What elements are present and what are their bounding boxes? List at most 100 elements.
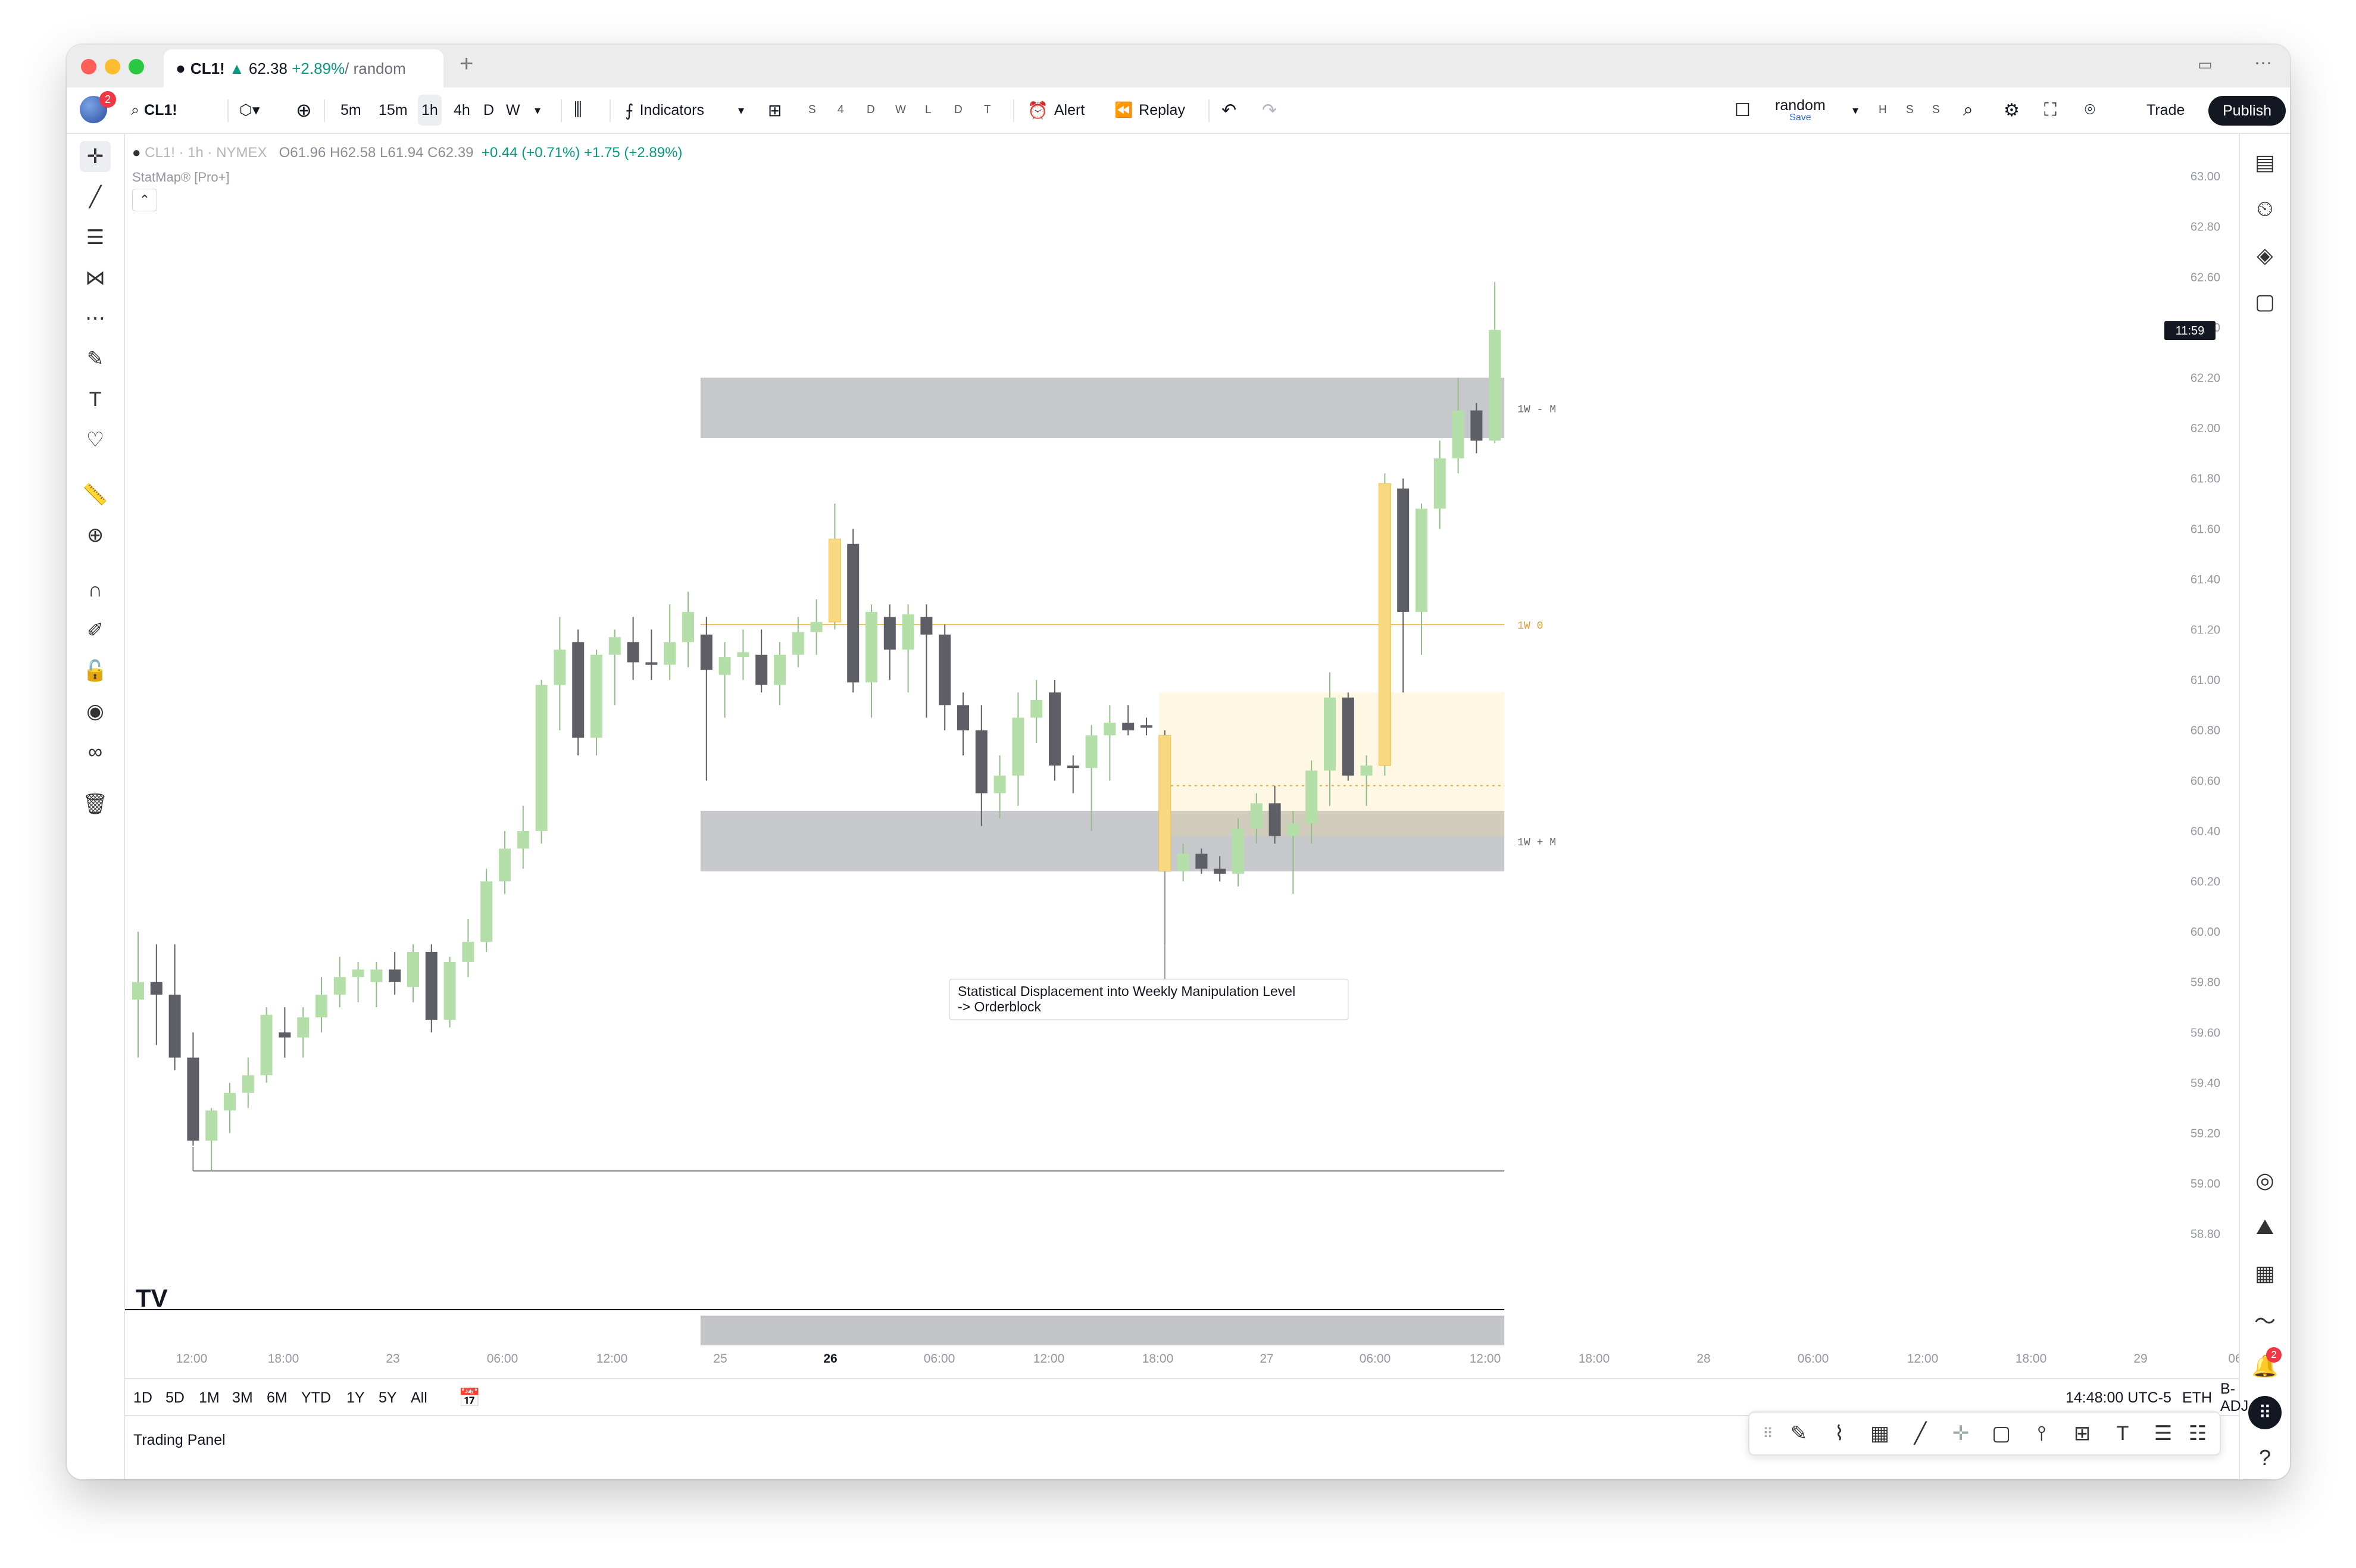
heart-icon[interactable]: ♡ [80,424,111,455]
goto-date-icon[interactable]: 📅 [458,1379,480,1416]
indicators-button[interactable]: ⨍ Indicators [625,88,704,133]
path-icon[interactable]: ⌇ [1824,1419,1854,1448]
text-box-icon[interactable]: T [2108,1419,2138,1448]
lock-pencil-icon[interactable]: ✐ [80,615,111,646]
quick-search-icon[interactable]: ⌕ [1963,88,1973,133]
range-5y[interactable]: 5Y [379,1379,397,1416]
range-3m[interactable]: 3M [232,1379,253,1416]
zoom-in-icon[interactable]: ⊕ [80,520,111,551]
chat-icon[interactable]: ▢ [2248,285,2282,318]
hss-s[interactable]: S [1906,88,1914,133]
fib-icon[interactable]: ☰ [2148,1419,2178,1448]
compare-icon[interactable]: ⬡▾ [239,88,260,133]
quick-interval[interactable]: D [954,88,963,133]
quick-interval[interactable]: S [808,88,816,133]
interval-d[interactable]: D [483,88,494,133]
quick-interval[interactable]: T [984,88,991,133]
eth-toggle[interactable]: ETH [2182,1379,2212,1416]
apps-grid-icon[interactable]: ⠿ [2248,1396,2282,1429]
redo-icon[interactable]: ↷ [1262,88,1277,133]
quick-interval[interactable]: L [925,88,932,133]
trend-line-icon[interactable]: ╱ [80,182,111,213]
price-chart[interactable]: 1W - M 1W + M 1W 0 Statistical Displacement… [125,134,2240,1378]
quick-interval[interactable]: 4 [838,88,844,133]
range-6m[interactable]: 6M [267,1379,288,1416]
range-1m[interactable]: 1M [199,1379,220,1416]
calendar-icon[interactable]: ▦ [2248,1257,2282,1290]
interval-15m[interactable]: 15m [379,88,408,133]
publish-button[interactable]: Publish [2208,96,2286,126]
signal-icon[interactable]: 〜 [2248,1303,2282,1336]
chart-area[interactable]: 1W - M 1W + M 1W 0 Statistical Displacement… [125,134,2240,1378]
interval-w[interactable]: W [506,88,520,133]
interval-5m[interactable]: 5m [340,88,361,133]
hss-s[interactable]: S [1932,88,1940,133]
link-icon[interactable]: ∞ [80,736,111,767]
templates-icon[interactable]: ⊞ [768,88,782,133]
chevron-up-icon[interactable]: ⌃ [132,189,157,211]
vertical-line-icon[interactable]: ⫯ [2027,1419,2057,1448]
layout-checkbox-icon[interactable]: ☐ [1735,88,1751,133]
layers-icon[interactable]: ◈ [2248,239,2282,272]
browser-tab[interactable]: ● CL1! ▲ 62.38 +2.89% / random [164,49,443,88]
alerts-clock-icon[interactable]: ⏲ [2248,192,2282,226]
replay-button[interactable]: ⏪ Replay [1114,88,1185,133]
chevron-down-icon[interactable]: ▾ [738,88,744,133]
trade-button[interactable]: Trade [2146,88,2185,133]
range-5d[interactable]: 5D [165,1379,185,1416]
range-1d[interactable]: 1D [133,1379,152,1416]
ruler-icon[interactable]: 📏 [80,479,111,510]
range-ytd[interactable]: YTD [301,1379,331,1416]
brush-icon[interactable]: ✎ [80,343,111,374]
range-all[interactable]: All [411,1379,427,1416]
new-tab-icon[interactable]: + [460,51,473,77]
screen-share-icon[interactable]: ▭ [2198,55,2213,74]
chevron-down-icon[interactable]: ▾ [535,88,540,133]
add-symbol-icon[interactable]: ⊕ [296,88,312,133]
prediction-icon[interactable]: ⋯ [80,303,111,334]
target-icon[interactable]: ◎ [2248,1164,2282,1197]
x-tick-label: 29 [2133,1352,2147,1366]
symbol-search[interactable]: ⌕ CL1! [131,88,177,133]
maximize-window-button[interactable] [129,59,144,74]
candle-body [1214,869,1226,874]
range-1y[interactable]: 1Y [346,1379,365,1416]
alert-button[interactable]: ⏰ Alert [1027,88,1085,133]
grid-icon[interactable]: ▦ [1865,1419,1895,1448]
interval-1h[interactable]: 1h [418,95,442,126]
quick-interval[interactable]: D [867,88,875,133]
fullscreen-icon[interactable]: ⛶ [2044,88,2057,133]
eye-icon[interactable]: ◉ [80,696,111,727]
settings-list-icon[interactable]: ☷ [2183,1419,2213,1448]
ideas-icon[interactable]: ⛰ [2248,1210,2282,1244]
interval-4h[interactable]: 4h [454,88,470,133]
hss-h[interactable]: H [1879,88,1887,133]
crosshair-icon[interactable]: ✛ [1946,1419,1976,1448]
fib-retracement-icon[interactable]: ☰ [80,222,111,253]
chevron-down-icon[interactable]: ▾ [1852,88,1858,133]
settings-icon[interactable]: ⚙ [2004,88,2020,133]
more-icon[interactable]: ⋯ [2254,53,2272,74]
drag-handle-icon[interactable]: ⠿ [1753,1419,1783,1448]
minimize-window-button[interactable] [105,59,120,74]
help-icon[interactable]: ? [2248,1441,2282,1475]
watchlist-icon[interactable]: ▤ [2248,146,2282,179]
candle-type-icon[interactable]: ⫼ [574,88,582,133]
close-window-button[interactable] [81,59,96,74]
lock-icon[interactable]: 🔓 [80,655,111,686]
text-icon[interactable]: T [80,384,111,415]
adj-toggle[interactable]: B-ADJ [2220,1379,2248,1416]
magnet-icon[interactable]: ∩ [80,574,111,605]
quick-interval[interactable]: W [895,88,906,133]
pattern-icon[interactable]: ⋈ [80,263,111,293]
rectangle-icon[interactable]: ▢ [1986,1419,2016,1448]
brush-icon[interactable]: ✎ [1784,1419,1814,1448]
layout-selector[interactable]: random Save [1775,88,1826,133]
measure-icon[interactable]: ⊞ [2067,1419,2097,1448]
trend-line-icon[interactable]: ╱ [1905,1419,1935,1448]
crosshair-icon[interactable]: ✛ [80,141,111,172]
trash-icon[interactable]: 🗑 [80,789,111,820]
camera-icon[interactable]: ⌾ [2085,88,2095,133]
undo-icon[interactable]: ↶ [1221,88,1236,133]
candle-body [627,642,639,663]
